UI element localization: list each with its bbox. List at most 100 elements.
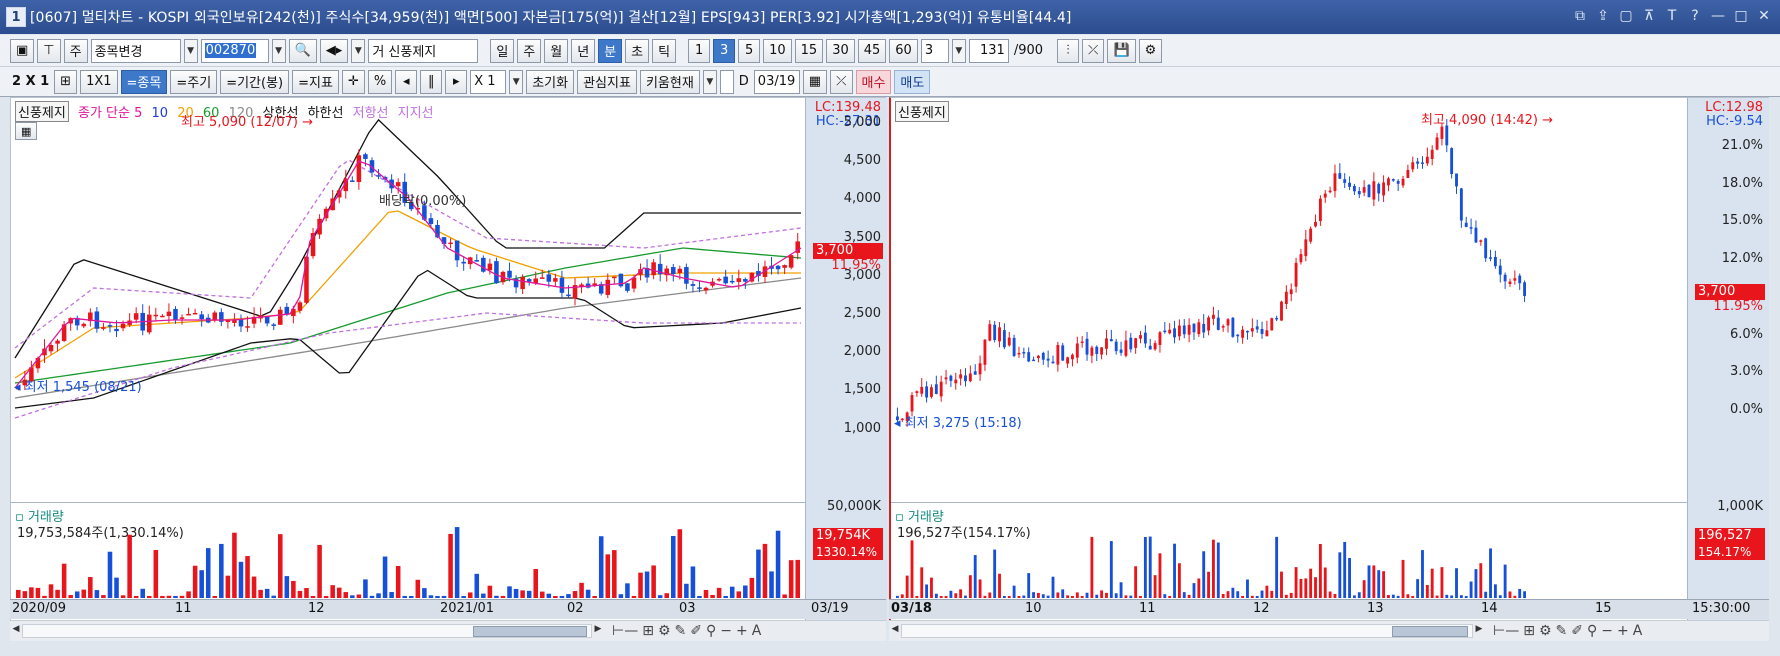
scroll-right-icon[interactable]: ▶: [1473, 624, 1485, 638]
font-size-icon[interactable]: A: [1633, 623, 1643, 639]
minute-10[interactable]: 10: [763, 38, 792, 63]
same-stock-button[interactable]: =종목: [120, 69, 168, 94]
pencil-icon[interactable]: ✎: [1556, 623, 1568, 639]
minute-3[interactable]: 3: [713, 38, 736, 63]
chevron-down-icon[interactable]: ▼: [183, 38, 198, 63]
same-cycle-button[interactable]: =주기: [170, 69, 218, 94]
right-volume-chart[interactable]: [891, 502, 1687, 600]
crosshair-icon[interactable]: ✛: [341, 69, 365, 94]
chevron-down-icon[interactable]: ▼: [702, 69, 717, 94]
stock-code-input[interactable]: 002870: [200, 38, 269, 63]
pause-icon[interactable]: ‖: [420, 69, 443, 94]
gear-icon[interactable]: ⚙: [658, 623, 671, 639]
zoom-icon[interactable]: ⚲: [706, 623, 716, 639]
stock-change-select[interactable]: 종목변경: [90, 38, 181, 63]
reset-button[interactable]: 초기화: [526, 69, 575, 94]
minus-icon[interactable]: −: [720, 623, 732, 639]
chevron-down-icon[interactable]: ▼: [509, 69, 524, 94]
chevron-down-icon[interactable]: ▼: [951, 38, 966, 63]
left-volume-chart[interactable]: [11, 502, 805, 600]
pin-toggle-icon[interactable]: ⊤: [37, 38, 61, 63]
pen-icon[interactable]: ✐: [1571, 623, 1583, 639]
font-size-icon[interactable]: A: [752, 623, 762, 639]
bars-input[interactable]: 131: [968, 38, 1009, 63]
slider-icon[interactable]: ⊢—: [1493, 623, 1519, 639]
period-week[interactable]: 주: [517, 38, 542, 63]
order-icon[interactable]: ⤫: [830, 69, 853, 94]
same-period-button[interactable]: =기간(봉): [220, 69, 290, 94]
period-year[interactable]: 년: [571, 38, 596, 63]
kiwoom-select[interactable]: 키움현재: [639, 69, 700, 94]
stock-name-field[interactable]: 거 신풍제지: [368, 38, 479, 63]
link-icon[interactable]: ⊼: [1641, 7, 1657, 25]
pen-icon[interactable]: ✐: [690, 623, 702, 639]
scroll-left-icon[interactable]: ◀: [10, 624, 22, 638]
minute-45[interactable]: 45: [857, 38, 887, 63]
restore-icon[interactable]: ⧉: [1572, 7, 1588, 25]
grid-icon[interactable]: ⊞: [54, 69, 78, 94]
gear-icon[interactable]: ⚙: [1539, 623, 1552, 639]
right-scroll-track[interactable]: [901, 624, 1473, 638]
grid-toggle-icon[interactable]: ⊞: [642, 623, 654, 639]
left-scroll-track[interactable]: [22, 624, 592, 638]
pencil-icon[interactable]: ✎: [675, 623, 687, 639]
period-tick[interactable]: 틱: [652, 38, 677, 63]
minimize-icon[interactable]: —: [1710, 7, 1726, 25]
period-second[interactable]: 초: [625, 38, 650, 63]
calendar-icon[interactable]: ▦: [802, 69, 828, 94]
next-icon[interactable]: ▸: [445, 69, 468, 94]
layout-icon[interactable]: ▣: [10, 38, 35, 63]
same-indicator-button[interactable]: =지표: [292, 69, 339, 94]
search-icon[interactable]: 🔍: [288, 38, 317, 63]
font-icon[interactable]: T: [1664, 7, 1680, 25]
tile-icon[interactable]: ▢: [1618, 7, 1634, 25]
table-icon[interactable]: ▦: [15, 122, 38, 140]
plus-icon[interactable]: +: [736, 623, 748, 639]
period-month[interactable]: 월: [544, 38, 569, 63]
minute-5[interactable]: 5: [738, 38, 761, 63]
window-number[interactable]: 1: [6, 7, 26, 27]
left-scroll-thumb[interactable]: [473, 626, 587, 637]
interest-indicator-button[interactable]: 관심지표: [577, 69, 637, 94]
percent-button[interactable]: %: [367, 69, 393, 94]
one-by-one-button[interactable]: 1X1: [80, 69, 118, 94]
right-chart-panel[interactable]: 신풍제지 최고 4,090 (14:42) → ◂ 최저 3,275 (15:1…: [889, 97, 1769, 628]
grid-toggle-icon[interactable]: ⊞: [1523, 623, 1535, 639]
slider-icon[interactable]: ⊢—: [612, 623, 638, 639]
minute-15[interactable]: 15: [794, 38, 824, 63]
maximize-icon[interactable]: □: [1733, 7, 1749, 25]
type-select[interactable]: 주: [63, 38, 88, 63]
scroll-right-icon[interactable]: ▶: [592, 624, 604, 638]
plus-icon[interactable]: +: [1617, 623, 1629, 639]
scroll-left-icon[interactable]: ◀: [889, 624, 901, 638]
chart-type-icon[interactable]: ⫶: [1057, 38, 1080, 63]
period-day[interactable]: 일: [490, 38, 515, 63]
speaker-icon[interactable]: ◀▸: [319, 38, 349, 63]
date-input[interactable]: 03/19: [753, 69, 800, 94]
right-scroll-thumb[interactable]: [1392, 626, 1468, 637]
minus-icon[interactable]: −: [1601, 623, 1613, 639]
minute-60[interactable]: 60: [889, 38, 918, 63]
left-chart-panel[interactable]: 신풍제지 종가 단순 5 10 20 60 120 상한선 하한선 저항선 지지…: [10, 97, 887, 628]
layout-label[interactable]: 2 X 1: [10, 74, 51, 89]
minute-1[interactable]: 1: [688, 38, 711, 63]
left-scrollbar[interactable]: ◀ ▶ ⊢— ⊞ ⚙ ✎ ✐ ⚲ − + A: [10, 620, 886, 641]
minute-30[interactable]: 30: [826, 38, 855, 63]
compare-icon[interactable]: ⤫: [1082, 38, 1105, 63]
period-minute[interactable]: 분: [598, 38, 623, 63]
chevron-down-icon[interactable]: ▼: [351, 38, 366, 63]
chevron-down-icon[interactable]: ▼: [271, 38, 286, 63]
date-checkbox[interactable]: [719, 69, 734, 94]
right-scrollbar[interactable]: ◀ ▶ ⊢— ⊞ ⚙ ✎ ✐ ⚲ − + A: [889, 620, 1769, 641]
sell-button[interactable]: 매도: [894, 69, 931, 94]
close-icon[interactable]: ✕: [1756, 7, 1772, 25]
multiplier-select[interactable]: X 1: [470, 69, 507, 94]
count-select[interactable]: 3: [920, 38, 949, 63]
pin-icon[interactable]: ⇪: [1595, 7, 1611, 25]
buy-button[interactable]: 매수: [855, 69, 892, 94]
help-icon[interactable]: ?: [1687, 7, 1703, 25]
prev-icon[interactable]: ◂: [395, 69, 418, 94]
zoom-icon[interactable]: ⚲: [1587, 623, 1597, 639]
save-icon[interactable]: 💾: [1107, 38, 1136, 63]
settings-icon[interactable]: ⚙: [1138, 38, 1163, 63]
